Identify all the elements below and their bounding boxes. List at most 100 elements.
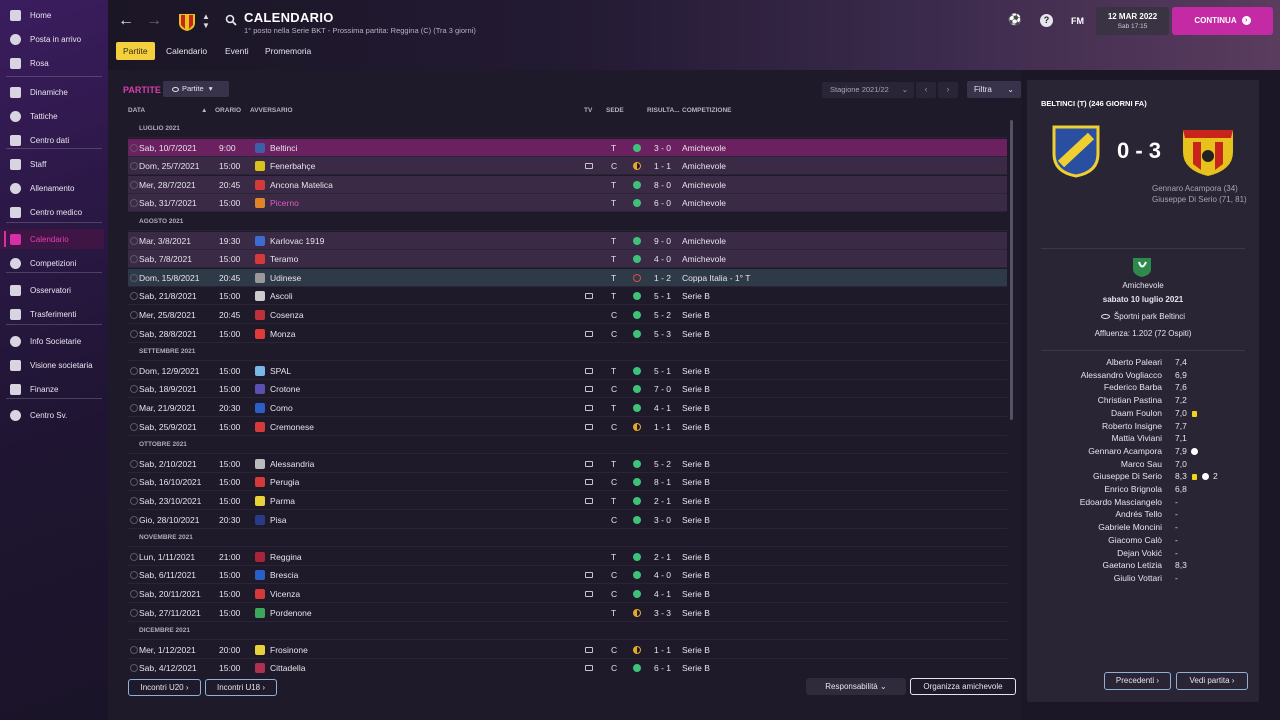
- row-select-radio[interactable]: [130, 645, 138, 654]
- table-row[interactable]: Sab, 21/8/2021 15:00 Ascoli T 5 - 1 Serie B: [128, 287, 1007, 306]
- match-result[interactable]: 1 - 1: [654, 641, 671, 659]
- table-row[interactable]: Sab, 18/9/2021 15:00 Crotone C 7 - 0 Serie B: [128, 380, 1007, 399]
- player-name[interactable]: Andrés Tello: [1041, 509, 1162, 519]
- row-select-radio[interactable]: [130, 422, 138, 431]
- sidebar-item-rosa[interactable]: Rosa: [0, 53, 104, 73]
- sidebar-item-info-societarie[interactable]: Info Societarie: [0, 331, 104, 351]
- season-select[interactable]: Stagione 2021/22 ⌄: [822, 82, 914, 98]
- opponent-name[interactable]: Picerno: [270, 194, 299, 212]
- player-name[interactable]: Mattia Viviani: [1041, 433, 1162, 443]
- match-result[interactable]: 6 - 0: [654, 194, 671, 212]
- sort-arrow-icon[interactable]: ▲: [201, 107, 207, 114]
- match-result[interactable]: 3 - 0: [654, 511, 671, 529]
- match-result[interactable]: 2 - 1: [654, 548, 671, 566]
- table-row[interactable]: Sab, 2/10/2021 15:00 Alessandria T 5 - 2 Seri…: [128, 455, 1007, 473]
- opponent-name[interactable]: Ascoli: [270, 287, 293, 305]
- sidebar-item-finanze[interactable]: Finanze: [0, 379, 104, 399]
- opponent-name[interactable]: Pisa: [270, 511, 287, 529]
- match-result[interactable]: 5 - 2: [654, 306, 671, 324]
- opponent-name[interactable]: Beltinci: [270, 139, 297, 157]
- club-crest-icon[interactable]: [177, 12, 197, 32]
- match-result[interactable]: 1 - 2: [654, 269, 671, 287]
- table-row[interactable]: Lun, 1/11/2021 21:00 Reggina T 2 - 1 Serie B: [128, 548, 1007, 566]
- table-row[interactable]: Gio, 28/10/2021 20:30 Pisa C 3 - 0 Serie B: [128, 511, 1007, 529]
- table-row[interactable]: Sab, 16/10/2021 15:00 Perugia C 8 - 1 Serie B: [128, 473, 1007, 492]
- match-result[interactable]: 8 - 1: [654, 473, 671, 491]
- next-season-button[interactable]: ›: [938, 82, 958, 98]
- matches-view-dropdown[interactable]: Partite ▾: [163, 81, 229, 97]
- previous-meetings-button[interactable]: Precedenti ›: [1104, 672, 1171, 690]
- table-row[interactable]: Mer, 28/7/2021 20:45 Ancona Matelica T 8 - 0…: [128, 175, 1007, 194]
- fm-logo[interactable]: FM: [1071, 16, 1084, 26]
- opponent-name[interactable]: Parma: [270, 492, 295, 510]
- table-row[interactable]: Sab, 27/11/2021 15:00 Pordenone T 3 - 3 Serie…: [128, 604, 1007, 622]
- sidebar-item-dinamiche[interactable]: Dinamiche: [0, 82, 104, 102]
- tab-eventi[interactable]: Eventi: [218, 42, 256, 60]
- table-row[interactable]: Sab, 25/9/2021 15:00 Cremonese C 1 - 1 Serie …: [128, 418, 1007, 436]
- player-name[interactable]: Christian Pastina: [1041, 395, 1162, 405]
- row-select-radio[interactable]: [130, 311, 138, 319]
- filter-button[interactable]: Filtra ⌄: [967, 81, 1021, 98]
- opponent-name[interactable]: Karlovac 1919: [270, 232, 324, 250]
- opponent-name[interactable]: Alessandria: [270, 455, 314, 473]
- tab-calendario[interactable]: Calendario: [159, 42, 214, 60]
- table-row[interactable]: Dom, 25/7/2021 15:00 Fenerbahçe C 1 - 1 Amich…: [128, 157, 1007, 176]
- table-row[interactable]: Sab, 31/7/2021 15:00 Picerno T 6 - 0 Amichevo…: [128, 194, 1007, 213]
- opponent-name[interactable]: Cosenza: [270, 306, 304, 324]
- sidebar-item-visione-societaria[interactable]: Visione societaria: [0, 355, 104, 375]
- row-select-radio[interactable]: [130, 199, 138, 208]
- match-result[interactable]: 6 - 1: [654, 659, 671, 676]
- player-name[interactable]: Giulio Vottari: [1041, 573, 1162, 583]
- tab-partite[interactable]: Partite: [116, 42, 155, 60]
- player-name[interactable]: Edoardo Masciangelo: [1041, 497, 1162, 507]
- opponent-name[interactable]: Fenerbahçe: [270, 157, 315, 175]
- player-name[interactable]: Federico Barba: [1041, 382, 1162, 392]
- match-result[interactable]: 5 - 2: [654, 455, 671, 473]
- opponent-name[interactable]: Vicenza: [270, 585, 300, 603]
- sidebar-item-centro-sv[interactable]: Centro Sv.: [0, 405, 104, 425]
- player-name[interactable]: Roberto Insigne: [1041, 421, 1162, 431]
- player-name[interactable]: Gaetano Letizia: [1041, 560, 1162, 570]
- player-name[interactable]: Giacomo Calò: [1041, 535, 1162, 545]
- organize-friendly-button[interactable]: Organizza amichevole: [910, 678, 1016, 695]
- club-switch-icon[interactable]: ▲ ▼: [202, 12, 210, 30]
- player-name[interactable]: Alberto Paleari: [1041, 357, 1162, 367]
- prev-season-button[interactable]: ‹: [916, 82, 936, 98]
- match-result[interactable]: 3 - 0: [654, 139, 671, 157]
- row-select-radio[interactable]: [130, 515, 138, 524]
- table-row[interactable]: Dom, 12/9/2021 15:00 SPAL T 5 - 1 Serie B: [128, 362, 1007, 380]
- row-select-radio[interactable]: [130, 478, 138, 487]
- row-select-radio[interactable]: [130, 366, 138, 375]
- sidebar-item-competizioni[interactable]: Competizioni: [0, 253, 104, 273]
- row-select-radio[interactable]: [130, 385, 138, 394]
- column-result[interactable]: RISULTA...: [647, 107, 680, 114]
- match-result[interactable]: 5 - 3: [654, 325, 671, 343]
- row-select-radio[interactable]: [130, 162, 138, 171]
- sidebar-item-calendario[interactable]: Calendario: [0, 229, 104, 249]
- tab-promemoria[interactable]: Promemoria: [258, 42, 318, 60]
- opponent-name[interactable]: Pordenone: [270, 604, 312, 622]
- sidebar-item-home[interactable]: Home: [0, 5, 104, 25]
- column-opponent[interactable]: AVVERSARIO: [250, 107, 293, 114]
- responsibility-button[interactable]: Responsabilità ⌄: [806, 678, 906, 695]
- table-row[interactable]: Mar, 21/9/2021 20:30 Como T 4 - 1 Serie B: [128, 399, 1007, 417]
- opponent-name[interactable]: Reggina: [270, 548, 302, 566]
- table-row[interactable]: Mer, 1/12/2021 20:00 Frosinone C 1 - 1 Serie …: [128, 641, 1007, 659]
- row-select-radio[interactable]: [130, 255, 138, 264]
- row-select-radio[interactable]: [130, 236, 138, 245]
- opponent-name[interactable]: Frosinone: [270, 641, 308, 659]
- row-select-radio[interactable]: [130, 608, 138, 617]
- sidebar-item-posta-in-arrivo[interactable]: Posta in arrivo: [0, 29, 104, 49]
- scrollbar[interactable]: [1010, 120, 1013, 420]
- ball-icon[interactable]: ⚽: [1008, 14, 1022, 27]
- row-select-radio[interactable]: [130, 664, 138, 673]
- table-row[interactable]: Sab, 28/8/2021 15:00 Monza C 5 - 3 Serie B: [128, 325, 1007, 343]
- opponent-name[interactable]: Brescia: [270, 566, 298, 584]
- table-row[interactable]: Sab, 10/7/2021 9:00 Beltinci T 3 - 0 Amichevo…: [128, 138, 1007, 157]
- player-name[interactable]: Giuseppe Di Serio: [1041, 471, 1162, 481]
- column-competition[interactable]: COMPETIZIONE: [682, 107, 731, 114]
- forward-arrow-icon[interactable]: →: [146, 12, 162, 30]
- player-name[interactable]: Enrico Brignola: [1041, 484, 1162, 494]
- column-time[interactable]: ORARIO: [215, 107, 241, 114]
- match-result[interactable]: 1 - 1: [654, 157, 671, 175]
